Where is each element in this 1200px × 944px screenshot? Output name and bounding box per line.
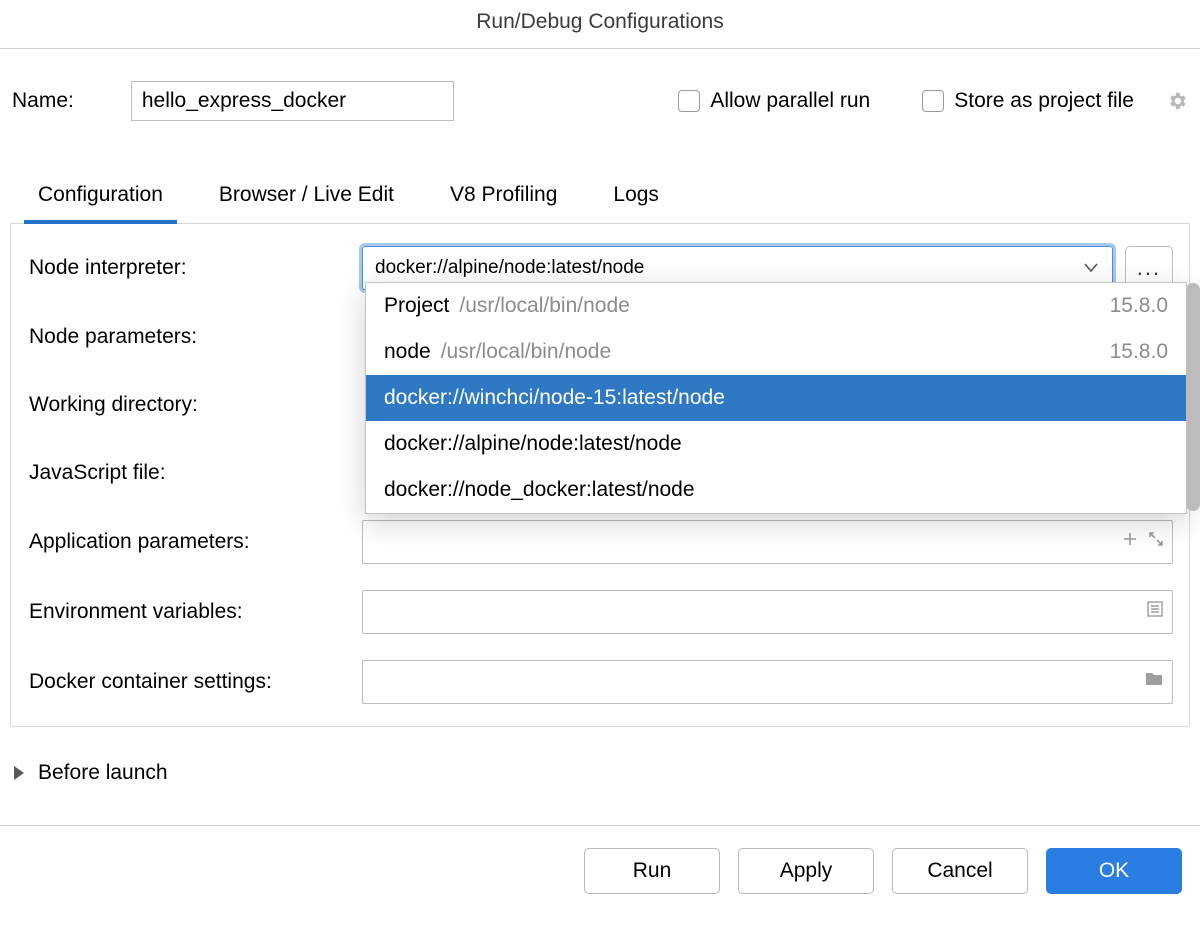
before-launch-label: Before launch bbox=[38, 761, 168, 785]
scrollbar-thumb[interactable] bbox=[1186, 283, 1200, 511]
dialog-title: Run/Debug Configurations bbox=[0, 0, 1200, 49]
dropdown-option-docker-winchci[interactable]: docker://winchci/node-15:latest/node bbox=[366, 375, 1186, 421]
name-input[interactable] bbox=[131, 81, 454, 121]
docker-container-settings-label: Docker container settings: bbox=[27, 670, 362, 694]
dialog-footer: Run Apply Cancel OK bbox=[0, 825, 1200, 916]
application-parameters-input[interactable] bbox=[362, 520, 1173, 564]
gear-icon[interactable] bbox=[1166, 90, 1188, 112]
environment-variables-label: Environment variables: bbox=[27, 600, 362, 624]
store-as-project-file-label: Store as project file bbox=[954, 89, 1134, 113]
ok-button[interactable]: OK bbox=[1046, 848, 1182, 894]
working-directory-label: Working directory: bbox=[27, 393, 362, 417]
allow-parallel-run-label: Allow parallel run bbox=[710, 89, 870, 113]
list-icon[interactable] bbox=[1146, 600, 1164, 624]
tab-browser-live-edit[interactable]: Browser / Live Edit bbox=[213, 171, 400, 223]
expand-icon[interactable] bbox=[1148, 531, 1164, 553]
dropdown-option-docker-alpine[interactable]: docker://alpine/node:latest/node bbox=[366, 421, 1186, 467]
configuration-panel: Node interpreter: docker://alpine/node:l… bbox=[10, 224, 1190, 727]
node-interpreter-value: docker://alpine/node:latest/node bbox=[375, 257, 644, 279]
triangle-right-icon bbox=[14, 766, 24, 780]
dropdown-option-docker-node-docker[interactable]: docker://node_docker:latest/node bbox=[366, 467, 1186, 513]
application-parameters-label: Application parameters: bbox=[27, 530, 362, 554]
name-label: Name: bbox=[12, 89, 74, 113]
node-parameters-label: Node parameters: bbox=[27, 325, 362, 349]
header-row: Name: Allow parallel run Store as projec… bbox=[0, 49, 1200, 171]
node-interpreter-label: Node interpreter: bbox=[27, 256, 362, 280]
checkbox-icon bbox=[678, 90, 700, 112]
dropdown-option-node[interactable]: node/usr/local/bin/node 15.8.0 bbox=[366, 329, 1186, 375]
node-interpreter-dropdown-list: Project/usr/local/bin/node 15.8.0 node/u… bbox=[365, 282, 1187, 514]
allow-parallel-run-checkbox[interactable]: Allow parallel run bbox=[678, 89, 870, 113]
checkbox-icon bbox=[922, 90, 944, 112]
chevron-down-icon bbox=[1084, 257, 1098, 279]
apply-button[interactable]: Apply bbox=[738, 848, 874, 894]
folder-icon[interactable] bbox=[1144, 670, 1164, 694]
tab-v8-profiling[interactable]: V8 Profiling bbox=[444, 171, 563, 223]
cancel-button[interactable]: Cancel bbox=[892, 848, 1028, 894]
tab-logs[interactable]: Logs bbox=[607, 171, 665, 223]
plus-icon[interactable] bbox=[1122, 531, 1138, 553]
store-as-project-file-checkbox[interactable]: Store as project file bbox=[922, 89, 1134, 113]
environment-variables-input[interactable] bbox=[362, 590, 1173, 634]
tabs: Configuration Browser / Live Edit V8 Pro… bbox=[10, 171, 1190, 224]
javascript-file-label: JavaScript file: bbox=[27, 461, 362, 485]
before-launch-section[interactable]: Before launch bbox=[0, 727, 1200, 825]
run-button[interactable]: Run bbox=[584, 848, 720, 894]
dropdown-option-project[interactable]: Project/usr/local/bin/node 15.8.0 bbox=[366, 283, 1186, 329]
docker-container-settings-input[interactable] bbox=[362, 660, 1173, 704]
tab-configuration[interactable]: Configuration bbox=[32, 171, 169, 223]
